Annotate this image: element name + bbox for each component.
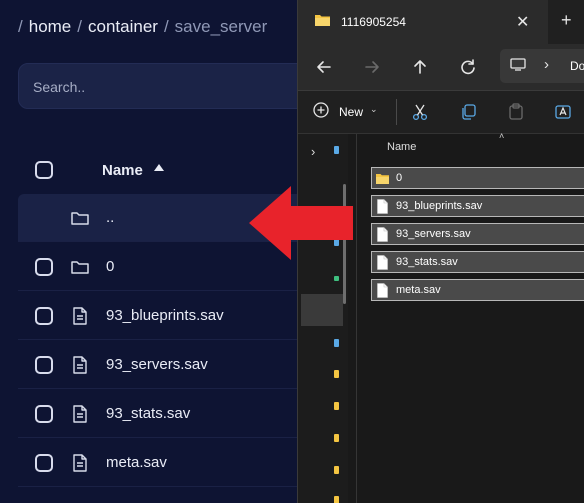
- file-item-label: 0: [396, 172, 403, 184]
- row-label: ..: [106, 209, 115, 226]
- refresh-icon[interactable]: [457, 56, 479, 78]
- command-bar: New ⌄: [298, 91, 584, 134]
- folder-icon[interactable]: [334, 402, 339, 410]
- navigation-bar: › Do: [298, 44, 584, 91]
- row-checkbox[interactable]: [35, 454, 53, 472]
- address-segment[interactable]: Do: [570, 59, 584, 73]
- chevron-down-icon: ⌄: [370, 104, 378, 114]
- close-tab-icon[interactable]: ✕: [516, 12, 529, 32]
- file-icon: [73, 307, 87, 325]
- table-row[interactable]: 93_stats.sav: [18, 390, 308, 438]
- row-checkbox[interactable]: [35, 307, 53, 325]
- search-box[interactable]: [18, 63, 318, 109]
- nav-item-icon[interactable]: [334, 339, 339, 347]
- file-list: ˄ Name 0 93_blueprints.sav 93_servers.sa…: [357, 131, 584, 503]
- file-item-label: 93_blueprints.sav: [396, 200, 483, 212]
- file-icon: [73, 454, 87, 472]
- breadcrumb-home[interactable]: home: [29, 17, 72, 36]
- file-item[interactable]: 93_blueprints.sav: [371, 195, 584, 217]
- sort-ascending-icon[interactable]: [154, 164, 164, 171]
- nav-item-icon[interactable]: [334, 146, 339, 154]
- explorer-tab[interactable]: 1116905254 ✕: [298, 0, 548, 44]
- file-icon: [73, 356, 87, 374]
- this-pc-icon: [510, 58, 526, 71]
- row-checkbox[interactable]: [35, 356, 53, 374]
- file-icon: [377, 227, 388, 242]
- folder-icon: [71, 212, 89, 225]
- divider: [396, 99, 397, 125]
- file-item[interactable]: 0: [371, 167, 584, 189]
- file-item-label: 93_stats.sav: [396, 256, 458, 268]
- drag-arrow-icon: [249, 186, 353, 260]
- address-bar[interactable]: › Do: [500, 49, 584, 83]
- table-row[interactable]: 93_servers.sav: [18, 341, 308, 389]
- row-checkbox[interactable]: [35, 405, 53, 423]
- breadcrumb-separator: /: [18, 17, 23, 36]
- breadcrumb-current: save_server: [174, 17, 268, 36]
- file-icon: [377, 283, 388, 298]
- nav-selected-item[interactable]: [301, 294, 343, 326]
- back-icon[interactable]: [313, 56, 335, 78]
- cut-icon[interactable]: [411, 103, 429, 121]
- new-button-label: New: [339, 105, 364, 119]
- folder-icon[interactable]: [334, 466, 339, 474]
- file-item[interactable]: 93_stats.sav: [371, 251, 584, 273]
- name-column-header[interactable]: Name: [387, 141, 416, 153]
- name-column-header[interactable]: Name: [102, 162, 143, 179]
- file-icon: [377, 199, 388, 214]
- folder-icon[interactable]: [334, 496, 339, 503]
- row-label: 93_servers.sav: [106, 356, 208, 373]
- row-label: 93_stats.sav: [106, 405, 191, 422]
- row-label: 93_blueprints.sav: [106, 307, 224, 324]
- breadcrumb-separator: /: [77, 17, 82, 36]
- tab-title: 1116905254: [341, 15, 406, 29]
- table-row[interactable]: 93_blueprints.sav: [18, 292, 308, 340]
- row-checkbox[interactable]: [35, 258, 53, 276]
- nav-item-icon[interactable]: [334, 276, 339, 281]
- select-all-checkbox[interactable]: [35, 161, 53, 179]
- table-row[interactable]: meta.sav: [18, 439, 308, 487]
- file-item[interactable]: 93_servers.sav: [371, 223, 584, 245]
- search-input[interactable]: [31, 78, 295, 96]
- copy-icon[interactable]: [459, 103, 477, 121]
- folder-icon[interactable]: [334, 370, 339, 378]
- sort-caret-icon[interactable]: ˄: [499, 131, 504, 141]
- folder-icon[interactable]: [334, 434, 339, 442]
- file-icon: [377, 255, 388, 270]
- table-header: Name: [18, 150, 308, 190]
- file-item[interactable]: meta.sav: [371, 279, 584, 301]
- row-label: meta.sav: [106, 454, 167, 471]
- chevron-right-icon[interactable]: ›: [311, 144, 315, 159]
- title-bar: 1116905254 ✕ +: [298, 0, 584, 44]
- file-item-label: 93_servers.sav: [396, 228, 471, 240]
- folder-icon: [315, 15, 330, 26]
- rename-icon[interactable]: [555, 103, 573, 121]
- chevron-right-icon[interactable]: ›: [544, 56, 549, 73]
- plus-circle-icon: [313, 102, 329, 118]
- up-icon[interactable]: [409, 56, 431, 78]
- folder-icon: [376, 174, 389, 184]
- new-tab-icon[interactable]: +: [561, 10, 572, 31]
- breadcrumb: / home / container / save_server: [18, 17, 267, 37]
- file-icon: [73, 405, 87, 423]
- breadcrumb-container[interactable]: container: [88, 17, 158, 36]
- folder-icon: [71, 261, 89, 274]
- forward-icon[interactable]: [361, 56, 383, 78]
- row-label: 0: [106, 258, 115, 275]
- paste-icon[interactable]: [507, 103, 525, 121]
- breadcrumb-separator: /: [163, 17, 169, 36]
- file-item-label: meta.sav: [396, 284, 441, 296]
